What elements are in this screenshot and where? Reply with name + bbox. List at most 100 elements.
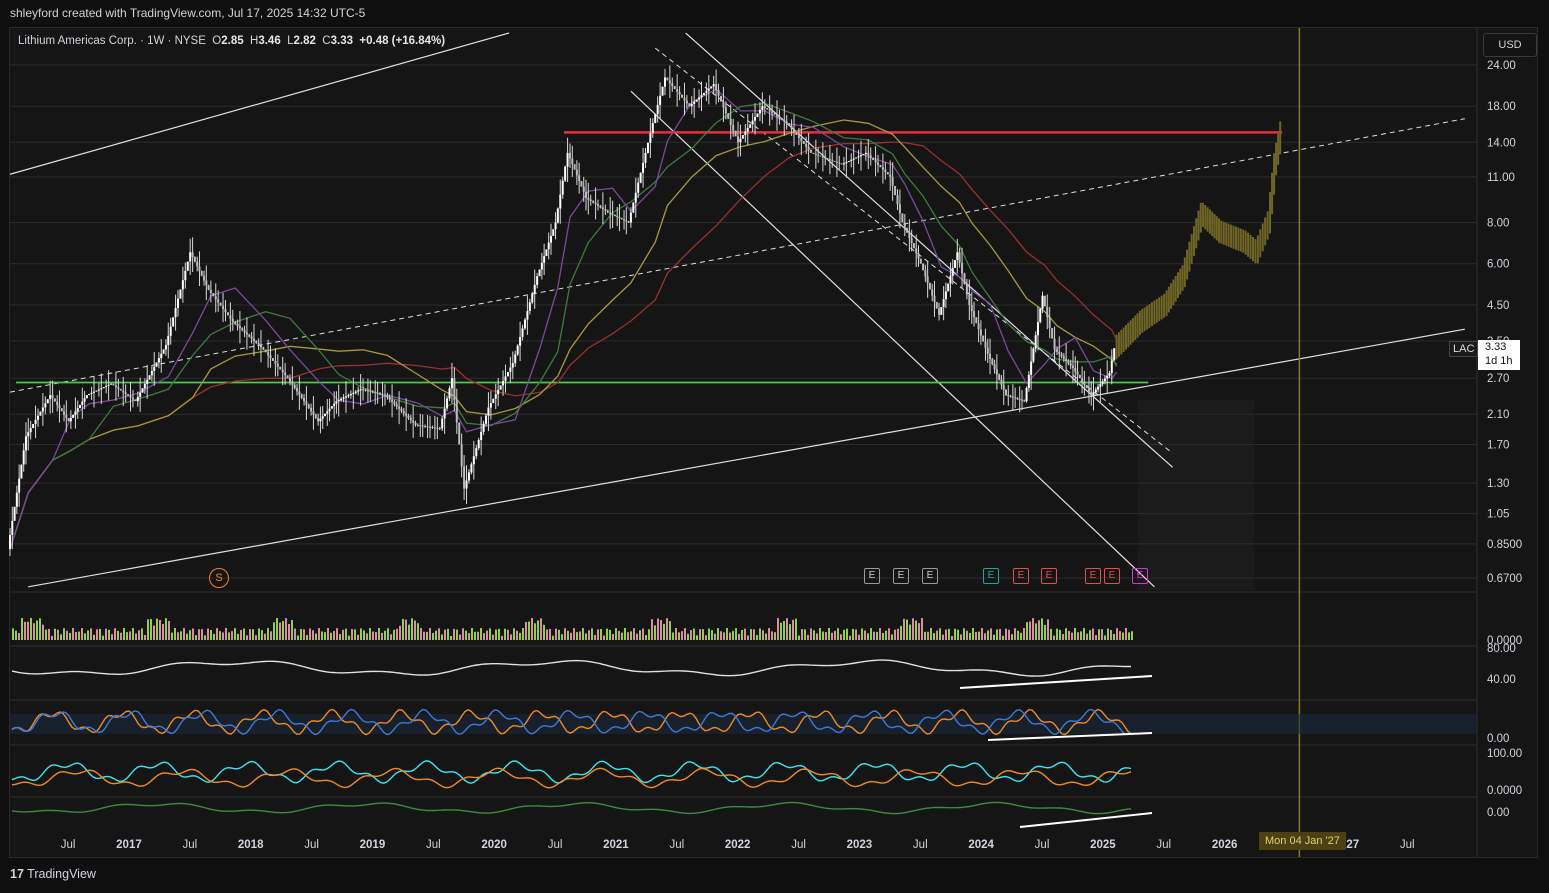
volume-bar (456, 629, 458, 640)
earnings-event-icon[interactable]: E (1104, 568, 1120, 584)
candle (944, 291, 947, 300)
candle (1005, 389, 1008, 396)
candle (812, 152, 815, 154)
volume-bar (360, 628, 362, 640)
volume-bar (447, 628, 449, 640)
volume-bar (513, 628, 515, 640)
volume-bar (1062, 634, 1064, 640)
rsi-divergence-line[interactable] (959, 675, 1153, 689)
candle (259, 345, 262, 348)
candle (450, 378, 453, 389)
candle (317, 417, 320, 422)
earnings-event-icon[interactable]: E (1132, 568, 1148, 584)
split-event-icon[interactable]: S (209, 568, 229, 588)
volume-bar (33, 623, 35, 640)
earnings-event-icon[interactable]: E (922, 568, 938, 584)
time-tick-label: Jul (304, 839, 319, 851)
symbol-legend[interactable]: Lithium Americas Corp. · 1W · NYSE O2.85… (18, 35, 445, 47)
volume-bar (924, 631, 926, 640)
price-chart[interactable]: 24.0018.0014.0011.008.006.004.503.502.70… (0, 0, 1549, 893)
earnings-event-icon[interactable]: E (1041, 568, 1057, 584)
candle (1041, 295, 1044, 309)
volume-bar (468, 633, 470, 640)
candle (1106, 375, 1109, 379)
volume-bar (519, 632, 521, 640)
price-tick-label: 2.70 (1487, 373, 1509, 385)
candle (314, 414, 317, 418)
candle (337, 399, 340, 402)
trendline-upper-channel[interactable] (9, 32, 510, 175)
volume-bar (531, 618, 533, 640)
trendline-falling-dashed[interactable] (654, 47, 1173, 454)
volume-bar (1098, 629, 1100, 640)
trendline-falling-upper[interactable] (685, 32, 1174, 468)
candle (671, 83, 674, 87)
candle (252, 338, 255, 341)
volume-bar (315, 633, 317, 640)
volume-bar (465, 630, 467, 640)
volume-bar (345, 628, 347, 640)
volume-bar (747, 635, 749, 640)
volume-bar (621, 632, 623, 640)
candle (922, 263, 925, 271)
volume-bar (435, 630, 437, 640)
volume-bar (708, 628, 710, 640)
earnings-event-icon[interactable]: E (864, 568, 880, 584)
price-tick-label: 1.70 (1487, 440, 1509, 452)
earnings-event-icon[interactable]: E (893, 568, 909, 584)
candle (1030, 361, 1033, 375)
candle (975, 317, 978, 324)
candle (673, 86, 676, 89)
candle (143, 383, 146, 389)
candle (11, 520, 14, 535)
candle (153, 366, 156, 372)
candle (276, 363, 279, 367)
candle (146, 379, 149, 384)
indicator-tick-label: 100.00 (1487, 748, 1522, 760)
earnings-event-icon[interactable]: E (983, 568, 999, 584)
volume-bar (135, 633, 137, 640)
candle (63, 411, 66, 415)
volume-bar (672, 632, 674, 640)
candle (763, 106, 766, 108)
momentum-divergence-line[interactable] (1019, 812, 1153, 828)
volume-bar (996, 629, 998, 640)
volume-bar (93, 634, 95, 640)
volume-bar (609, 629, 611, 640)
candle (347, 395, 350, 397)
volume-bar (825, 632, 827, 640)
candle (896, 195, 899, 205)
volume-bar (57, 629, 59, 640)
earnings-event-icon[interactable]: E (1085, 568, 1101, 584)
candle (186, 261, 189, 271)
volume-bar (393, 629, 395, 640)
candle (552, 229, 555, 236)
candle (1007, 395, 1010, 397)
candle (606, 210, 609, 213)
volume-bar (861, 628, 863, 640)
tradingview-logo-icon: 17 (10, 867, 24, 881)
candle (828, 159, 831, 161)
volume-bar (618, 630, 620, 640)
candle (209, 289, 212, 294)
stoch-divergence-line[interactable] (987, 732, 1153, 741)
candle (903, 222, 906, 228)
volume-bar (879, 628, 881, 640)
candle (683, 97, 686, 101)
volume-bar (162, 624, 164, 640)
candle (81, 401, 84, 405)
trendline-mid-dashed[interactable] (9, 118, 1465, 393)
candle (793, 129, 796, 133)
candle (912, 243, 915, 249)
volume-bar (1113, 633, 1115, 640)
price-tick-label: 1.30 (1487, 478, 1509, 490)
currency-button[interactable]: USD (1483, 33, 1537, 57)
volume-bar (453, 628, 455, 640)
candle (27, 432, 30, 437)
candle (741, 135, 744, 139)
momentum-line (11, 801, 1132, 815)
volume-bar (1047, 619, 1049, 640)
low-value: 2.82 (293, 35, 316, 47)
earnings-event-icon[interactable]: E (1013, 568, 1029, 584)
volume-bar (744, 628, 746, 640)
